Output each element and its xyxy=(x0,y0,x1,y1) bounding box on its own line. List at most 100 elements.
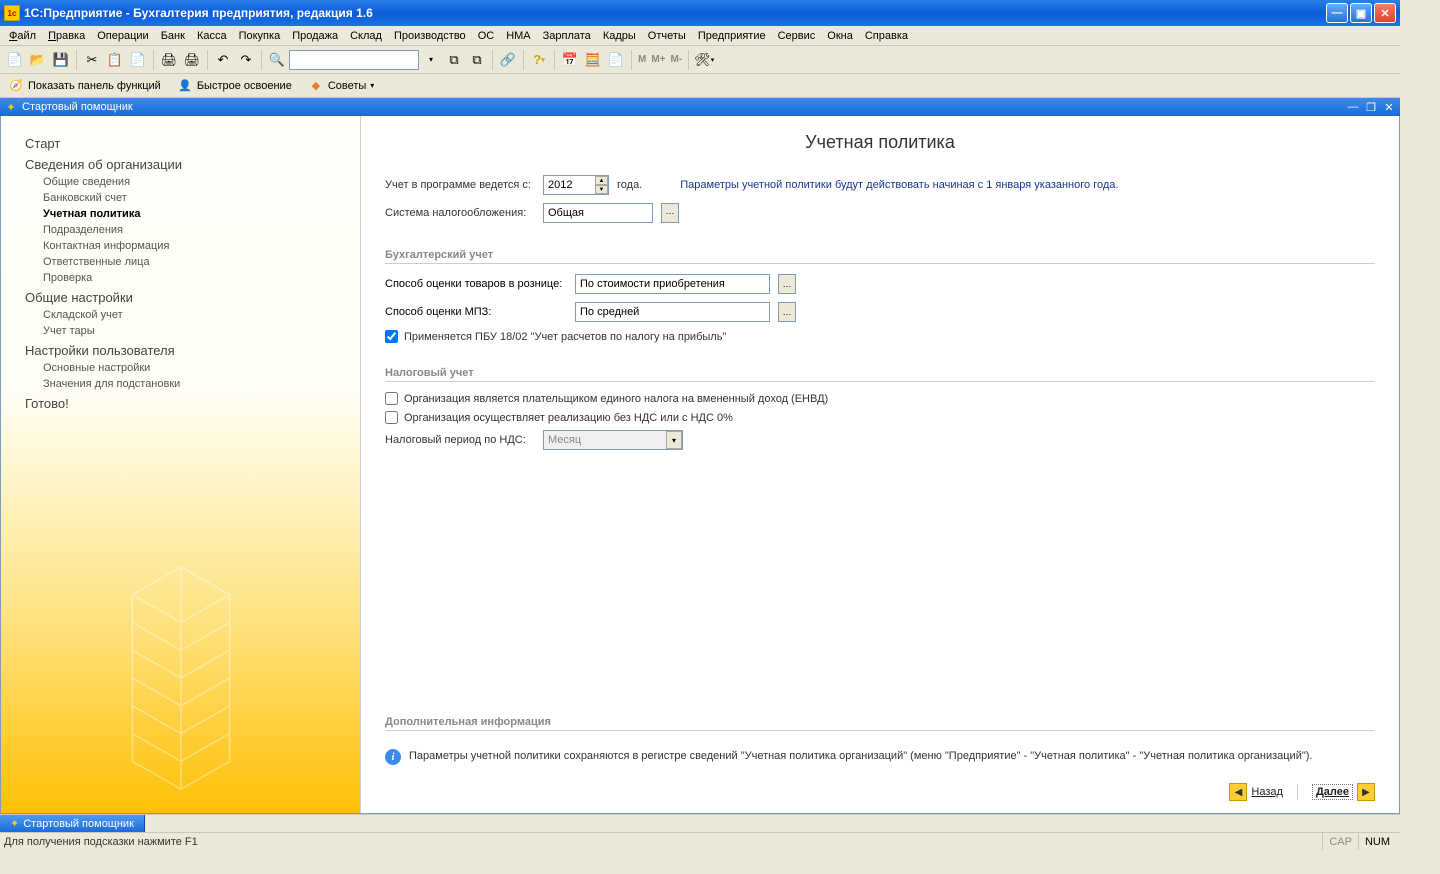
show-panel-button[interactable]: 🧭 Показать панель функций xyxy=(4,76,165,96)
calculator-icon[interactable]: 🧮 xyxy=(582,49,604,71)
nav-item-5[interactable]: Подразделения xyxy=(25,222,360,238)
m-label: M xyxy=(636,54,648,65)
retail-method-label: Способ оценки товаров в рознице: xyxy=(385,278,567,290)
quick-start-button[interactable]: 👤 Быстрое освоение xyxy=(173,76,296,96)
next-button[interactable]: Далее ▶ xyxy=(1312,783,1375,801)
next-button-label: Далее xyxy=(1312,784,1353,800)
tips-button[interactable]: ◆ Советы ▾ xyxy=(304,76,379,96)
menu-bank[interactable]: Банк xyxy=(156,28,190,44)
wizard-sidebar: СтартСведения об организацииОбщие сведен… xyxy=(1,116,361,813)
undo-icon[interactable]: ↶ xyxy=(212,49,234,71)
print-preview-icon[interactable]: 🖨 xyxy=(181,49,203,71)
envd-checkbox[interactable] xyxy=(385,392,398,405)
nav-item-9[interactable]: Общие настройки xyxy=(25,286,360,307)
taskbar-item-label: Стартовый помощник xyxy=(23,818,134,830)
year-spinner[interactable]: ▲▼ xyxy=(543,175,609,195)
sub-close-button[interactable]: ✕ xyxy=(1382,100,1396,114)
nav-item-3[interactable]: Банковский счет xyxy=(25,190,360,206)
nds-checkbox[interactable] xyxy=(385,411,398,424)
doc-icon[interactable]: 📄 xyxy=(605,49,627,71)
nav-item-2[interactable]: Общие сведения xyxy=(25,174,360,190)
nav-item-12[interactable]: Настройки пользователя xyxy=(25,339,360,360)
sub-minimize-button[interactable]: — xyxy=(1346,100,1360,114)
menu-help[interactable]: Справка xyxy=(860,28,913,44)
app-icon: 1c xyxy=(4,5,20,21)
nav-item-10[interactable]: Складской учет xyxy=(25,307,360,323)
menu-operations[interactable]: Операции xyxy=(92,28,153,44)
section-tax: Налоговый учет xyxy=(385,367,1375,382)
nav-item-6[interactable]: Контактная информация xyxy=(25,238,360,254)
taskbar-item[interactable]: ✦ Стартовый помощник xyxy=(0,815,145,832)
nav-item-4[interactable]: Учетная политика xyxy=(25,206,360,222)
menu-service[interactable]: Сервис xyxy=(773,28,821,44)
nds-period-combo: ▾ xyxy=(543,430,683,450)
paste-icon[interactable]: 📄 xyxy=(127,49,149,71)
tax-system-ellipsis-button[interactable]: ⋯ xyxy=(661,203,679,223)
menu-sale[interactable]: Продажа xyxy=(287,28,343,44)
mpz-method-input[interactable] xyxy=(575,302,770,322)
statusbar: Для получения подсказки нажмите F1 CAP N… xyxy=(0,832,1400,850)
print-icon[interactable]: 🖨 xyxy=(158,49,180,71)
find-next-icon[interactable]: ⧉ xyxy=(466,49,488,71)
subwindow-title: Стартовый помощник xyxy=(22,101,133,113)
close-button[interactable]: ✕ xyxy=(1374,3,1396,23)
menu-os[interactable]: ОС xyxy=(473,28,500,44)
nds-period-input xyxy=(543,430,683,450)
retail-ellipsis-button[interactable]: … xyxy=(778,274,796,294)
m-minus-label[interactable]: M- xyxy=(669,54,685,65)
sub-restore-button[interactable]: ❐ xyxy=(1364,100,1378,114)
nav-item-1[interactable]: Сведения об организации xyxy=(25,153,360,174)
nav-item-0[interactable]: Старт xyxy=(25,132,360,153)
menu-kassa[interactable]: Касса xyxy=(192,28,232,44)
cut-icon[interactable]: ✂ xyxy=(81,49,103,71)
find-icon[interactable]: 🔍 xyxy=(266,49,288,71)
back-button-label: Назад xyxy=(1251,786,1283,798)
help-icon[interactable]: ?▾ xyxy=(528,49,550,71)
new-doc-icon[interactable]: 📄 xyxy=(4,49,26,71)
menu-nma[interactable]: НМА xyxy=(501,28,535,44)
cap-indicator: CAP xyxy=(1322,833,1358,850)
spin-down-icon[interactable]: ▼ xyxy=(595,185,608,194)
nav-item-13[interactable]: Основные настройки xyxy=(25,360,360,376)
quick-start-label: Быстрое освоение xyxy=(197,80,292,92)
nav-item-7[interactable]: Ответственные лица xyxy=(25,254,360,270)
menu-purchase[interactable]: Покупка xyxy=(234,28,286,44)
lightbulb-icon: ◆ xyxy=(308,78,324,94)
maximize-button[interactable]: ▣ xyxy=(1350,3,1372,23)
open-icon[interactable]: 📂 xyxy=(27,49,49,71)
search-input[interactable] xyxy=(289,50,419,70)
nav-item-8[interactable]: Проверка xyxy=(25,270,360,286)
spin-up-icon[interactable]: ▲ xyxy=(595,176,608,185)
tax-system-input[interactable] xyxy=(543,203,653,223)
menu-enterprise[interactable]: Предприятие xyxy=(693,28,771,44)
retail-method-input[interactable] xyxy=(575,274,770,294)
tb-dropdown-icon[interactable]: ▾ xyxy=(420,49,442,71)
show-panel-label: Показать панель функций xyxy=(28,80,161,92)
nav-item-14[interactable]: Значения для подстановки xyxy=(25,376,360,392)
minimize-button[interactable]: — xyxy=(1326,3,1348,23)
save-icon[interactable]: 💾 xyxy=(50,49,72,71)
menu-reports[interactable]: Отчеты xyxy=(643,28,691,44)
nav-item-15[interactable]: Готово! xyxy=(25,392,360,413)
year-label: Учет в программе ведется с: xyxy=(385,179,535,191)
m-plus-label[interactable]: M+ xyxy=(649,54,667,65)
pbu-checkbox[interactable] xyxy=(385,330,398,343)
copy-link-icon[interactable]: 🔗 xyxy=(497,49,519,71)
section-accounting: Бухгалтерский учет xyxy=(385,249,1375,264)
mpz-ellipsis-button[interactable]: … xyxy=(778,302,796,322)
back-button[interactable]: ◀ Назад xyxy=(1229,783,1283,801)
settings-icon[interactable]: 🛠▾ xyxy=(693,49,715,71)
menu-windows[interactable]: Окна xyxy=(822,28,858,44)
nav-item-11[interactable]: Учет тары xyxy=(25,323,360,339)
find-prev-icon[interactable]: ⧉ xyxy=(443,49,465,71)
menu-production[interactable]: Производство xyxy=(389,28,471,44)
calendar-icon[interactable]: 📅 xyxy=(559,49,581,71)
menu-edit[interactable]: Правка xyxy=(43,28,90,44)
menu-file[interactable]: Файл xyxy=(4,28,41,44)
menu-warehouse[interactable]: Склад xyxy=(345,28,387,44)
menu-salary[interactable]: Зарплата xyxy=(538,28,596,44)
redo-icon[interactable]: ↷ xyxy=(235,49,257,71)
menu-staff[interactable]: Кадры xyxy=(598,28,641,44)
envd-checkbox-label: Организация является плательщиком единог… xyxy=(404,393,828,405)
copy-icon[interactable]: 📋 xyxy=(104,49,126,71)
